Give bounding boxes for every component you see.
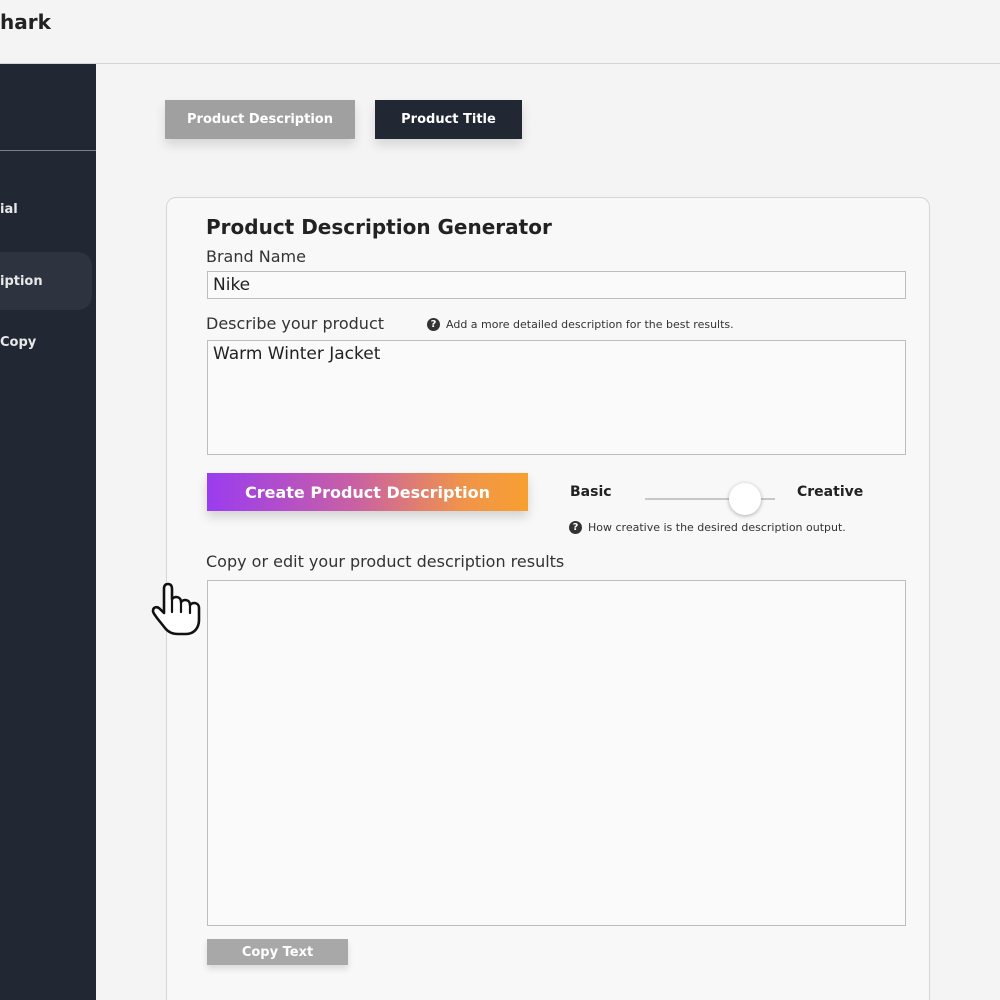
creativity-hint: ? How creative is the desired descriptio… [569, 521, 846, 534]
describe-hint-text: Add a more detailed description for the … [446, 318, 734, 331]
describe-product-textarea[interactable]: Warm Winter Jacket [207, 340, 906, 455]
describe-product-label: Describe your product [206, 314, 385, 333]
slider-max-label: Creative [797, 484, 864, 500]
creativity-hint-text: How creative is the desired description … [588, 521, 846, 534]
tab-product-title[interactable]: Product Title [375, 100, 522, 139]
creativity-slider-thumb[interactable] [729, 483, 762, 515]
tab-product-description[interactable]: Product Description [165, 100, 355, 139]
sidebar-item-label: Copy [0, 334, 37, 350]
results-textarea[interactable] [207, 580, 906, 926]
slider-min-label: Basic [570, 484, 612, 500]
question-circle-icon: ? [569, 521, 582, 534]
generator-card: Product Description Generator Brand Name… [166, 197, 930, 1000]
app-logo[interactable]: hark [0, 10, 51, 34]
hand-pointer-cursor-icon [151, 582, 201, 636]
sidebar-divider [0, 150, 96, 151]
sidebar-item-label: iption [0, 273, 43, 289]
sidebar-item-label: ial [0, 201, 18, 217]
sidebar-item-social[interactable]: ial [0, 180, 92, 238]
top-bar: hark [0, 0, 1000, 64]
copy-text-button[interactable]: Copy Text [207, 939, 348, 965]
results-label: Copy or edit your product description re… [206, 552, 565, 571]
sidebar-item-product-description[interactable]: iption [0, 252, 92, 310]
card-title: Product Description Generator [206, 215, 552, 239]
sidebar-item-copy[interactable]: Copy [0, 313, 92, 371]
sidebar: ial iption Copy [0, 64, 96, 1000]
question-circle-icon: ? [427, 318, 440, 331]
brand-name-input[interactable] [207, 271, 906, 299]
create-product-description-button[interactable]: Create Product Description [207, 473, 528, 511]
describe-hint: ? Add a more detailed description for th… [427, 318, 734, 331]
brand-name-label: Brand Name [206, 247, 306, 266]
